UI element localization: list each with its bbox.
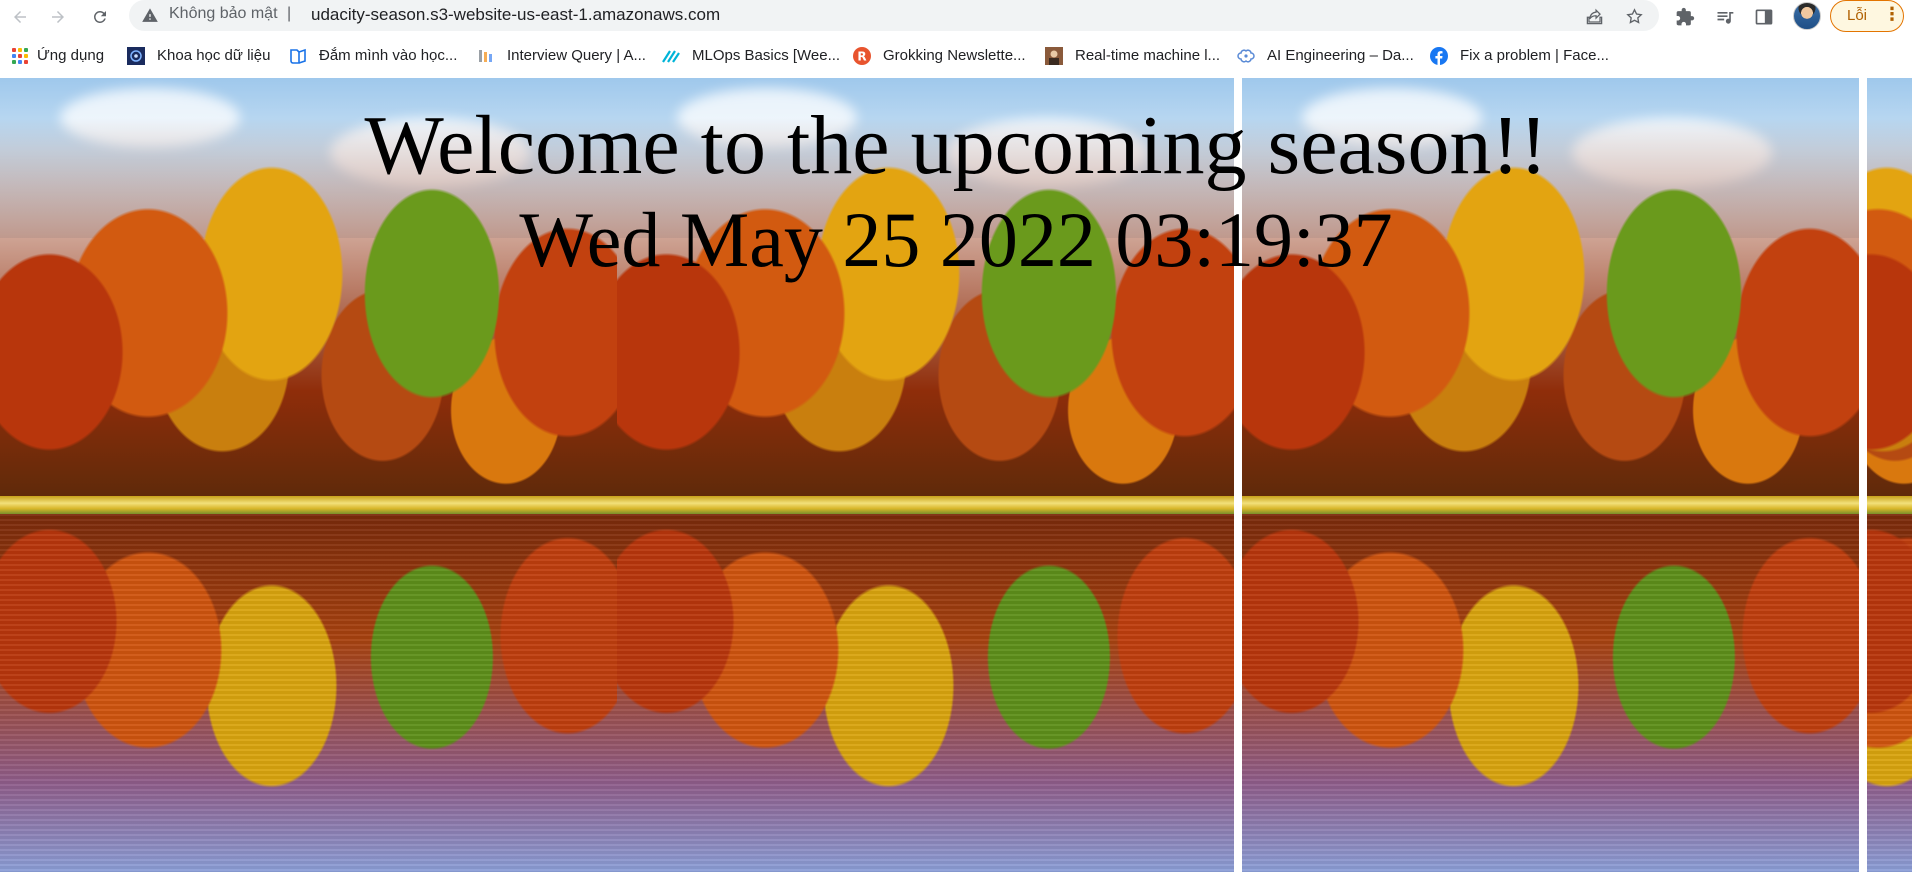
bookmark-label: Grokking Newslette...: [883, 47, 1026, 64]
star-icon: [1625, 7, 1643, 24]
bookmark-label: Ứng dụng: [37, 47, 105, 64]
kebab-menu-icon[interactable]: ⋮: [1883, 5, 1901, 25]
current-datetime: Wed May 25 2022 03:19:37: [519, 196, 1393, 283]
address-bar[interactable]: Không bảo mật | udacity-season.s3-websit…: [129, 0, 1659, 31]
browser-toolbar: Không bảo mật | udacity-season.s3-websit…: [0, 0, 1912, 35]
ai-engineering-favicon: [1237, 47, 1255, 65]
side-panel-button[interactable]: [1751, 4, 1777, 30]
bookmark-label: Khoa học dữ liệu: [157, 47, 271, 64]
bookmark-dam-minh[interactable]: Đắm mình vào học...: [289, 41, 457, 70]
address-separator: |: [287, 5, 292, 22]
interview-query-favicon: [477, 47, 495, 65]
page-viewport: Welcome to the upcoming season!! Wed May…: [0, 78, 1912, 872]
bookmark-interview-query[interactable]: Interview Query | A...: [477, 41, 646, 70]
bookmark-mlops[interactable]: MLOps Basics [Wee...: [662, 41, 840, 70]
bookmark-grokking[interactable]: R Grokking Newslette...: [853, 41, 1026, 70]
page-heading: Welcome to the upcoming season!!: [364, 99, 1548, 192]
bookmark-ai-engineering[interactable]: AI Engineering – Da...: [1237, 41, 1414, 70]
reload-icon: [93, 10, 106, 23]
forward-button[interactable]: [44, 3, 72, 31]
url-text[interactable]: udacity-season.s3-website-us-east-1.amaz…: [311, 5, 720, 25]
arrow-right-icon: [52, 11, 64, 23]
bookmark-label: Đắm mình vào học...: [319, 47, 458, 64]
bookmark-facebook-fix[interactable]: Fix a problem | Face...: [1430, 41, 1609, 70]
extensions-button[interactable]: [1672, 4, 1698, 30]
warning-icon[interactable]: [141, 7, 159, 24]
book-favicon: [289, 47, 307, 65]
bookmark-label: Real-time machine l...: [1075, 47, 1221, 64]
media-control-button[interactable]: [1712, 4, 1738, 30]
mlops-favicon: [662, 47, 680, 65]
grokking-favicon: R: [853, 46, 871, 65]
bookmarks-bar: Ứng dụng Khoa học dữ liệu Đắm mình vào h…: [0, 39, 1912, 72]
arrow-left-icon: [14, 11, 26, 23]
side-panel-icon: [1755, 9, 1773, 25]
bookmark-label: MLOps Basics [Wee...: [692, 47, 841, 64]
error-label: Lỗi: [1847, 7, 1868, 24]
bookmark-label: Interview Query | A...: [507, 47, 646, 64]
profile-avatar[interactable]: [1793, 2, 1821, 30]
bookmark-apps[interactable]: Ứng dụng: [11, 41, 104, 70]
bookmark-realtime-ml[interactable]: Real-time machine l...: [1045, 41, 1220, 70]
bookmark-label: Fix a problem | Face...: [1460, 47, 1609, 64]
svg-text:R: R: [857, 49, 866, 63]
facebook-favicon: [1430, 46, 1448, 65]
realtime-ml-favicon: [1045, 46, 1063, 65]
apps-grid-icon: [11, 47, 29, 65]
share-button[interactable]: [1582, 4, 1606, 28]
puzzle-icon: [1676, 7, 1695, 26]
data-science-favicon: [127, 46, 145, 65]
bookmark-label: AI Engineering – Da...: [1267, 47, 1414, 64]
bookmark-data-science[interactable]: Khoa học dữ liệu: [127, 41, 270, 70]
reload-button[interactable]: [86, 3, 114, 31]
security-label[interactable]: Không bảo mật: [169, 5, 278, 23]
playlist-music-icon: [1717, 12, 1734, 24]
share-icon: [1586, 8, 1602, 24]
bookmark-star-button[interactable]: [1622, 4, 1646, 28]
profile-error-button[interactable]: Lỗi ⋮: [1830, 0, 1904, 32]
back-button[interactable]: [6, 3, 34, 31]
